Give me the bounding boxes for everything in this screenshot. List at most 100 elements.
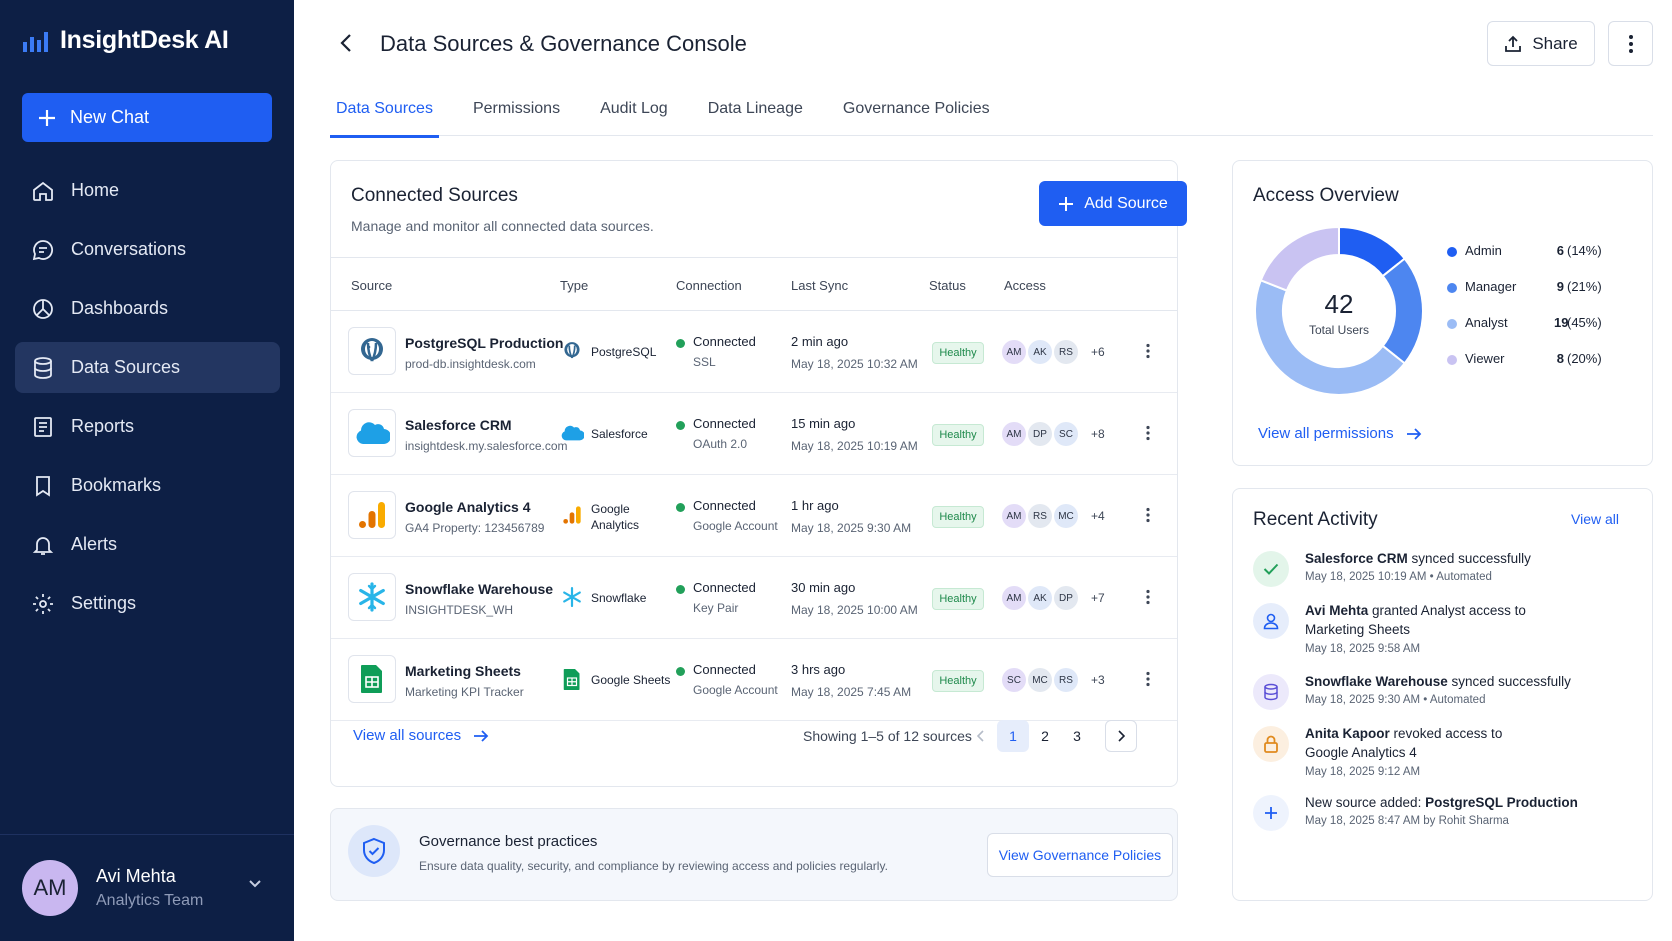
access-avatar: MC bbox=[1028, 668, 1052, 692]
tab-audit-log[interactable]: Audit Log bbox=[594, 100, 674, 136]
last-sync-timestamp: May 18, 2025 7:45 AM bbox=[791, 685, 912, 699]
table-row[interactable]: Google Analytics 4 GA4 Property: 1234567… bbox=[331, 475, 1177, 557]
sidebar-item-bookmarks[interactable]: Bookmarks bbox=[15, 460, 280, 511]
legend-label: Admin bbox=[1465, 243, 1502, 258]
pagination-summary: Showing 1–5 of 12 sources bbox=[803, 728, 972, 744]
status-badge: Healthy bbox=[932, 588, 984, 610]
column-header-status[interactable]: Status bbox=[929, 278, 966, 293]
last-sync: 2 min ago bbox=[791, 334, 849, 349]
column-header-access[interactable]: Access bbox=[1004, 278, 1046, 293]
last-sync-timestamp: May 18, 2025 10:32 AM bbox=[791, 357, 918, 371]
activity-text: Salesforce CRM synced successfully bbox=[1305, 551, 1531, 566]
pagination-page-3[interactable]: 3 bbox=[1061, 720, 1093, 752]
source-type: PostgreSQL bbox=[591, 345, 657, 359]
sidebar-item-settings[interactable]: Settings bbox=[15, 578, 280, 629]
gear-icon bbox=[33, 593, 53, 614]
app-name: InsightDesk AI bbox=[60, 26, 229, 54]
row-menu-icon[interactable] bbox=[1145, 425, 1151, 441]
access-donut-chart: 42 Total Users bbox=[1254, 225, 1424, 396]
share-label: Share bbox=[1532, 33, 1578, 53]
column-header-type[interactable]: Type bbox=[560, 278, 588, 293]
user-icon bbox=[1253, 603, 1289, 639]
sidebar-item-home[interactable]: Home bbox=[15, 165, 280, 216]
sidebar-item-conversations[interactable]: Conversations bbox=[15, 224, 280, 275]
tab-data-sources[interactable]: Data Sources bbox=[330, 100, 439, 138]
page-title: Data Sources & Governance Console bbox=[380, 31, 747, 56]
access-more-count[interactable]: +3 bbox=[1091, 673, 1105, 687]
google-sheets-type-icon bbox=[560, 667, 584, 691]
postgresql-type-icon bbox=[560, 339, 584, 363]
table-row[interactable]: PostgreSQL Production prod-db.insightdes… bbox=[331, 311, 1177, 393]
bookmark-icon bbox=[36, 475, 50, 497]
user-profile[interactable]: AM Avi Mehta Analytics Team bbox=[0, 834, 294, 941]
last-sync: 3 hrs ago bbox=[791, 662, 846, 677]
connected-status-dot bbox=[676, 585, 685, 594]
view-all-sources-label: View all sources bbox=[353, 727, 462, 744]
new-chat-button[interactable]: New Chat bbox=[22, 93, 272, 142]
row-menu-icon[interactable] bbox=[1145, 507, 1151, 523]
column-header-last-sync[interactable]: Last Sync bbox=[791, 278, 848, 293]
sidebar: InsightDesk AI New Chat Home Conversatio… bbox=[0, 0, 294, 941]
access-avatar: AM bbox=[1002, 586, 1026, 610]
connected-sources-subtitle: Manage and monitor all connected data so… bbox=[351, 218, 654, 234]
legend-swatch bbox=[1447, 319, 1457, 329]
donut-slice-viewer[interactable] bbox=[1259, 225, 1340, 292]
lock-icon bbox=[1253, 726, 1289, 762]
sidebar-item-data-sources[interactable]: Data Sources bbox=[15, 342, 280, 393]
table-row[interactable]: Salesforce CRM insightdesk.my.salesforce… bbox=[331, 393, 1177, 475]
governance-banner: Governance best practices Ensure data qu… bbox=[330, 808, 1178, 901]
row-menu-icon[interactable] bbox=[1145, 589, 1151, 605]
share-button[interactable]: Share bbox=[1487, 21, 1595, 66]
recent-activity-title: Recent Activity bbox=[1253, 509, 1378, 530]
app-logo[interactable]: InsightDesk AI bbox=[22, 26, 229, 55]
google-analytics-type-icon bbox=[560, 503, 584, 527]
tab-permissions[interactable]: Permissions bbox=[467, 100, 566, 136]
sidebar-item-reports[interactable]: Reports bbox=[15, 401, 280, 452]
column-header-source[interactable]: Source bbox=[351, 278, 392, 293]
connected-sources-title: Connected Sources bbox=[351, 185, 518, 206]
access-avatar: RS bbox=[1028, 504, 1052, 528]
database-icon bbox=[34, 356, 52, 379]
chevron-down-icon[interactable] bbox=[248, 879, 262, 889]
legend-count: 8 bbox=[1556, 351, 1564, 366]
source-host: prod-db.insightdesk.com bbox=[405, 357, 536, 371]
more-options-button[interactable] bbox=[1608, 21, 1653, 66]
connection-method: Google Account bbox=[693, 683, 778, 697]
sidebar-item-label: Data Sources bbox=[71, 357, 181, 377]
access-avatar: MC bbox=[1054, 504, 1078, 528]
access-more-count[interactable]: +4 bbox=[1091, 509, 1105, 523]
access-more-count[interactable]: +7 bbox=[1091, 591, 1105, 605]
access-avatar: DP bbox=[1028, 422, 1052, 446]
sidebar-item-alerts[interactable]: Alerts bbox=[15, 519, 280, 570]
tab-governance-policies[interactable]: Governance Policies bbox=[837, 100, 996, 136]
row-menu-icon[interactable] bbox=[1145, 343, 1151, 359]
view-all-activity-link[interactable]: View all bbox=[1571, 511, 1619, 527]
source-type: Snowflake bbox=[591, 591, 647, 605]
bell-icon bbox=[32, 536, 54, 555]
pagination-page-2[interactable]: 2 bbox=[1029, 720, 1061, 752]
pagination-prev-button[interactable] bbox=[965, 720, 997, 752]
view-all-sources-link[interactable]: View all sources bbox=[353, 727, 489, 744]
access-more-count[interactable]: +6 bbox=[1091, 345, 1105, 359]
donut-slice-manager[interactable] bbox=[1381, 257, 1424, 365]
view-governance-policies-button[interactable]: View Governance Policies bbox=[987, 833, 1173, 877]
access-more-count[interactable]: +8 bbox=[1091, 427, 1105, 441]
row-menu-icon[interactable] bbox=[1145, 671, 1151, 687]
snowflake-logo-icon bbox=[348, 573, 396, 621]
add-source-button[interactable]: Add Source bbox=[1039, 181, 1187, 226]
table-row[interactable]: Marketing Sheets Marketing KPI Tracker G… bbox=[331, 639, 1177, 721]
connection-method: OAuth 2.0 bbox=[693, 437, 748, 451]
connection-method: Google Account bbox=[693, 519, 778, 533]
view-all-permissions-link[interactable]: View all permissions bbox=[1258, 425, 1422, 442]
sidebar-item-dashboards[interactable]: Dashboards bbox=[15, 283, 280, 334]
last-sync: 15 min ago bbox=[791, 416, 856, 431]
pagination-next-button[interactable] bbox=[1105, 720, 1137, 752]
back-arrow-icon[interactable] bbox=[338, 32, 354, 54]
source-name: Google Analytics 4 bbox=[405, 499, 531, 515]
activity-meta: May 18, 2025 9:58 AM bbox=[1305, 643, 1421, 655]
column-header-connection[interactable]: Connection bbox=[676, 278, 742, 293]
pagination-page-1[interactable]: 1 bbox=[997, 720, 1029, 752]
tab-data-lineage[interactable]: Data Lineage bbox=[702, 100, 809, 136]
table-row[interactable]: Snowflake Warehouse INSIGHTDESK_WH Snowf… bbox=[331, 557, 1177, 639]
salesforce-type-icon bbox=[560, 421, 584, 445]
